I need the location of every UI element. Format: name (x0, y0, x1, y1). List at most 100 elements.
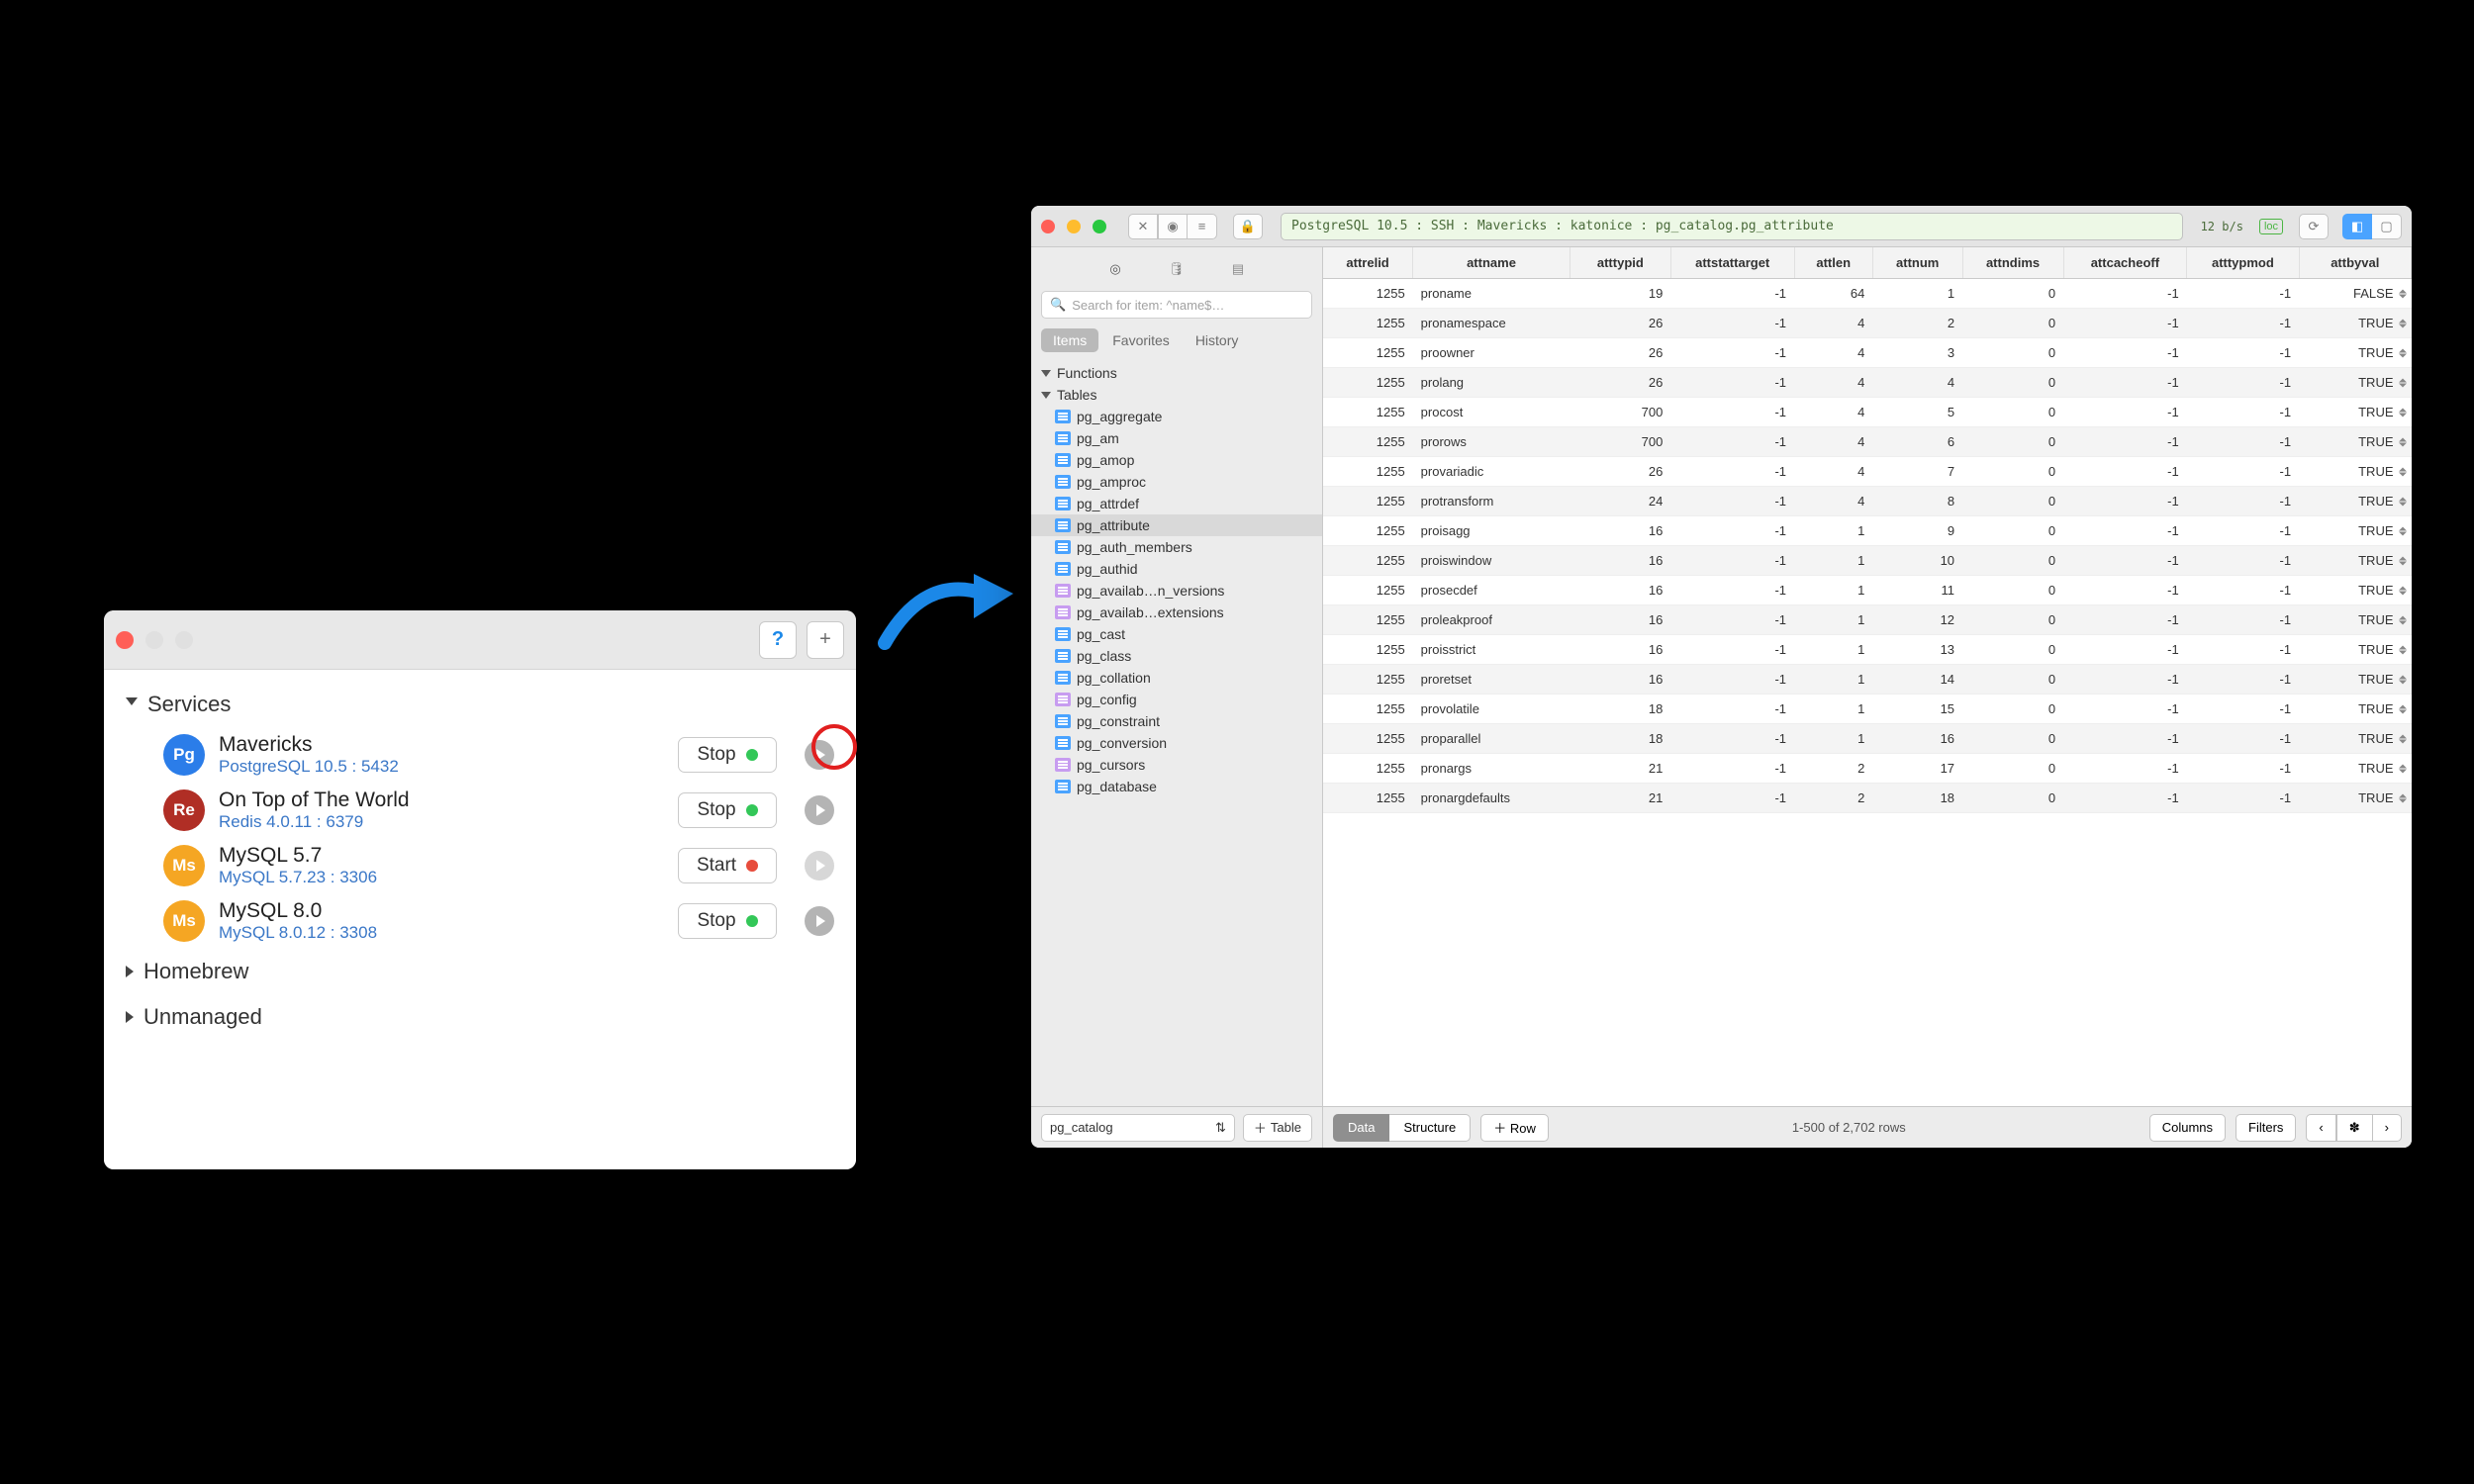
cell[interactable]: 1 (1794, 576, 1872, 605)
cell[interactable]: -1 (2187, 635, 2299, 665)
cell[interactable]: protransform (1413, 487, 1570, 516)
cell[interactable]: proisagg (1413, 516, 1570, 546)
cell[interactable]: 0 (1962, 546, 2063, 576)
cell[interactable]: 4 (1794, 368, 1872, 398)
cell[interactable]: -1 (1670, 635, 1794, 665)
cell[interactable]: -1 (2187, 724, 2299, 754)
seg-structure[interactable]: Structure (1389, 1114, 1471, 1142)
cell[interactable]: 21 (1570, 754, 1670, 784)
cell[interactable]: 0 (1962, 398, 2063, 427)
cell[interactable]: -1 (2063, 398, 2187, 427)
cell[interactable]: -1 (1670, 695, 1794, 724)
column-header[interactable]: atttypid (1570, 247, 1670, 279)
cell[interactable]: -1 (2187, 338, 2299, 368)
stepper-icon[interactable] (2399, 734, 2409, 743)
open-service-button[interactable] (805, 906, 834, 936)
cell[interactable]: 26 (1570, 309, 1670, 338)
cell[interactable]: TRUE (2299, 516, 2411, 546)
cell[interactable]: 16 (1872, 724, 1962, 754)
cell[interactable]: TRUE (2299, 338, 2411, 368)
lock-icon[interactable]: 🔒 (1233, 214, 1263, 239)
cell[interactable]: -1 (2063, 605, 2187, 635)
stepper-icon[interactable] (2399, 289, 2409, 298)
cell[interactable]: 9 (1872, 516, 1962, 546)
tree-item[interactable]: pg_conversion (1031, 732, 1322, 754)
table-row[interactable]: 1255proowner26-1430-1-1TRUE (1323, 338, 2412, 368)
table-row[interactable]: 1255proisstrict16-11130-1-1TRUE (1323, 635, 2412, 665)
column-header[interactable]: attstattarget (1670, 247, 1794, 279)
tree-item[interactable]: pg_cursors (1031, 754, 1322, 776)
cell[interactable]: -1 (1670, 427, 1794, 457)
cell[interactable]: 1 (1794, 695, 1872, 724)
table-row[interactable]: 1255proname19-16410-1-1FALSE (1323, 279, 2412, 309)
back-button[interactable]: ✕ (1128, 214, 1158, 239)
layout-side-button[interactable]: ◧ (2342, 214, 2372, 239)
close-button[interactable] (1041, 220, 1055, 233)
group-services[interactable]: Services (104, 682, 856, 727)
cell[interactable]: TRUE (2299, 546, 2411, 576)
cell[interactable]: TRUE (2299, 784, 2411, 813)
tree-item[interactable]: pg_amproc (1031, 471, 1322, 493)
cell[interactable]: -1 (2063, 695, 2187, 724)
service-action-button[interactable]: Stop (678, 737, 777, 773)
tree-item[interactable]: pg_aggregate (1031, 406, 1322, 427)
table-row[interactable]: 1255proleakproof16-11120-1-1TRUE (1323, 605, 2412, 635)
cell[interactable]: -1 (2063, 487, 2187, 516)
stepper-icon[interactable] (2399, 615, 2409, 624)
cell[interactable]: 16 (1570, 576, 1670, 605)
cell[interactable]: -1 (2063, 546, 2187, 576)
cell[interactable]: 16 (1570, 665, 1670, 695)
cell[interactable]: 4 (1794, 309, 1872, 338)
cell[interactable]: procost (1413, 398, 1570, 427)
cell[interactable]: 15 (1872, 695, 1962, 724)
cell[interactable]: prosecdef (1413, 576, 1570, 605)
data-grid[interactable]: attrelidattnameatttypidattstattargetattl… (1323, 247, 2412, 1106)
cell[interactable]: -1 (2063, 368, 2187, 398)
table-row[interactable]: 1255proiswindow16-11100-1-1TRUE (1323, 546, 2412, 576)
cell[interactable]: 10 (1872, 546, 1962, 576)
cell[interactable]: 16 (1570, 546, 1670, 576)
add-row-button[interactable]: ＋ Row (1480, 1114, 1549, 1142)
cell[interactable]: 1255 (1323, 279, 1413, 309)
cell[interactable]: -1 (2063, 279, 2187, 309)
cell[interactable]: 0 (1962, 279, 2063, 309)
cell[interactable]: -1 (1670, 605, 1794, 635)
cell[interactable]: -1 (2187, 368, 2299, 398)
cell[interactable]: 1255 (1323, 724, 1413, 754)
cell[interactable]: -1 (1670, 487, 1794, 516)
cell[interactable]: TRUE (2299, 398, 2411, 427)
cell[interactable]: 1255 (1323, 368, 1413, 398)
cell[interactable]: 2 (1794, 754, 1872, 784)
column-header[interactable]: attbyval (2299, 247, 2411, 279)
tree-item[interactable]: pg_attrdef (1031, 493, 1322, 514)
open-service-button[interactable] (805, 851, 834, 881)
search-input[interactable]: 🔍 Search for item: ^name$… (1041, 291, 1312, 319)
cell[interactable]: -1 (2063, 516, 2187, 546)
cell[interactable]: TRUE (2299, 754, 2411, 784)
tree-item[interactable]: pg_cast (1031, 623, 1322, 645)
cell[interactable]: -1 (2187, 487, 2299, 516)
cell[interactable]: 1255 (1323, 576, 1413, 605)
cell[interactable]: 4 (1794, 338, 1872, 368)
stepper-icon[interactable] (2399, 497, 2409, 506)
cell[interactable]: 1 (1794, 516, 1872, 546)
cell[interactable]: 2 (1872, 309, 1962, 338)
list-button[interactable]: ≡ (1188, 214, 1217, 239)
tree-item[interactable]: pg_availab…n_versions (1031, 580, 1322, 602)
cell[interactable]: 5 (1872, 398, 1962, 427)
cell[interactable]: -1 (1670, 546, 1794, 576)
cell[interactable]: 6 (1872, 427, 1962, 457)
filters-button[interactable]: Filters (2236, 1114, 2296, 1142)
tree-group[interactable]: Tables (1031, 384, 1322, 406)
table-row[interactable]: 1255prosecdef16-11110-1-1TRUE (1323, 576, 2412, 605)
zoom-button[interactable] (175, 631, 193, 649)
cell[interactable]: -1 (2187, 665, 2299, 695)
cell[interactable]: 1255 (1323, 398, 1413, 427)
cell[interactable]: 1255 (1323, 665, 1413, 695)
cell[interactable]: TRUE (2299, 724, 2411, 754)
cell[interactable]: -1 (1670, 516, 1794, 546)
cell[interactable]: 4 (1794, 487, 1872, 516)
cell[interactable]: 4 (1794, 427, 1872, 457)
cell[interactable]: 14 (1872, 665, 1962, 695)
cell[interactable]: 16 (1570, 605, 1670, 635)
